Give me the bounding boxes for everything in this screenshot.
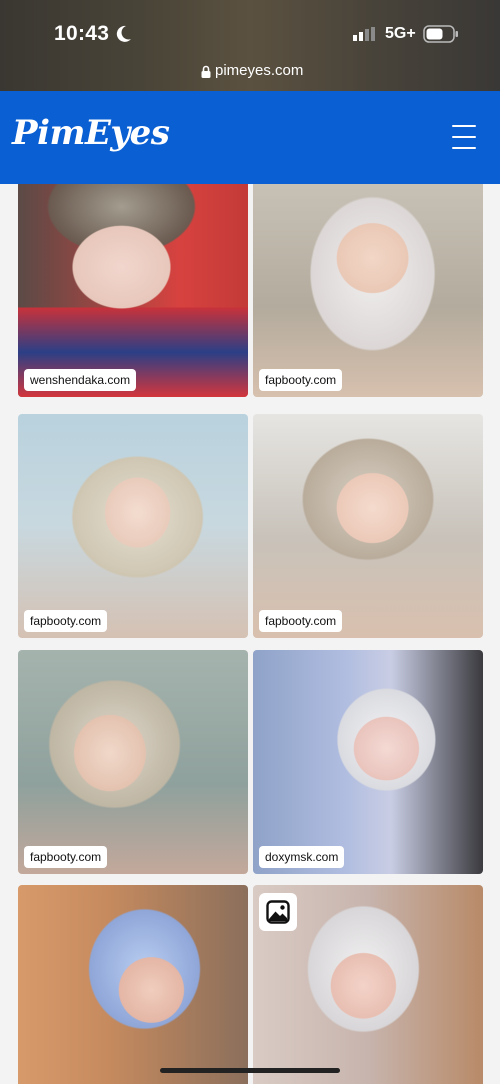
home-indicator[interactable]: [160, 1068, 340, 1073]
result-photo: [253, 414, 483, 638]
source-label[interactable]: fapbooty.com: [24, 610, 108, 632]
result-photo: [18, 414, 248, 638]
result-photo: [18, 650, 248, 874]
source-label[interactable]: doxymsk.com: [259, 846, 345, 868]
status-time: 10:43: [54, 22, 110, 45]
source-label[interactable]: fapbooty.com: [259, 610, 343, 632]
address-bar-url[interactable]: pimeyes.com: [215, 62, 303, 79]
result-card[interactable]: [18, 885, 248, 1084]
result-photo: [253, 184, 483, 397]
result-photo: [253, 650, 483, 874]
result-card[interactable]: fapbooty.com: [253, 184, 483, 397]
browser-chrome: 10:43 5G+ pimeyes.com: [0, 0, 500, 91]
app-header: PimEyes: [0, 91, 500, 184]
battery-icon: [423, 25, 458, 43]
source-label[interactable]: wenshendaka.com: [24, 369, 137, 391]
result-photo: [18, 885, 248, 1084]
result-card[interactable]: fapbooty.com: [253, 414, 483, 638]
result-card[interactable]: [253, 885, 483, 1084]
image-icon: [266, 900, 290, 924]
menu-button[interactable]: [446, 121, 482, 153]
pimeyes-logo[interactable]: PimEyes: [12, 113, 170, 153]
result-card[interactable]: wenshendaka.com: [18, 184, 248, 397]
source-label[interactable]: fapbooty.com: [259, 369, 343, 391]
results-grid: wenshendaka.com fapbooty.com fapbooty.co…: [0, 184, 500, 1084]
source-label[interactable]: fapbooty.com: [24, 846, 108, 868]
image-badge[interactable]: [259, 893, 297, 931]
hamburger-icon: [452, 125, 476, 127]
result-card[interactable]: doxymsk.com: [253, 650, 483, 874]
signal-icon: [353, 27, 375, 41]
result-photo: [18, 184, 248, 397]
result-card[interactable]: fapbooty.com: [18, 414, 248, 638]
moon-icon: [116, 25, 131, 42]
lock-icon: [201, 65, 211, 78]
result-card[interactable]: fapbooty.com: [18, 650, 248, 874]
network-label: 5G+: [385, 25, 416, 42]
